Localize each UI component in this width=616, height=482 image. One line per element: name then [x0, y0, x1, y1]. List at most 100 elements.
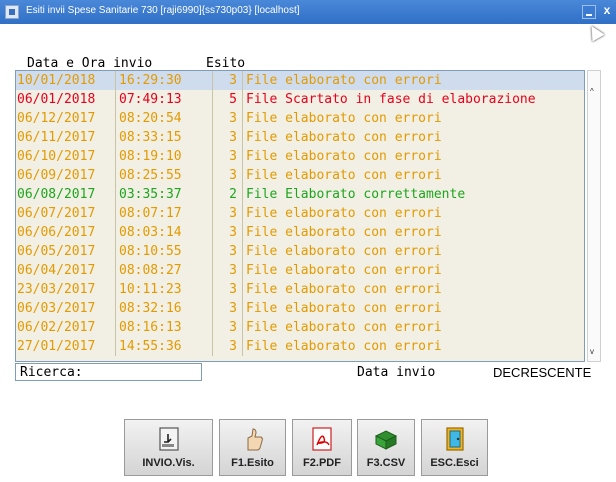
cell-code: 3: [229, 130, 237, 145]
cell-time: 16:29:30: [117, 71, 213, 90]
cell-date: 06/09/2017: [16, 166, 116, 185]
cell-description: File elaborato con errori: [242, 128, 584, 147]
table-row[interactable]: 06/04/2017 08:08:27 3 File elaborato con er…: [16, 261, 584, 280]
close-button[interactable]: x: [600, 3, 614, 19]
table-row[interactable]: 06/01/2018 07:49:13 5 File Scartato in fase…: [16, 90, 584, 109]
cell-time: 08:19:10: [117, 147, 213, 166]
cell-description: File Elaborato correttamente: [242, 185, 584, 204]
cell-description: File elaborato con errori: [242, 223, 584, 242]
cell-code: 3: [229, 301, 237, 316]
table-row[interactable]: 06/08/2017 03:35:37 2 File Elaborato corret…: [16, 185, 584, 204]
results-table[interactable]: 10/01/2018 16:29:30 3 File elaborato con er…: [15, 70, 585, 362]
cell-time: 08:07:17: [117, 204, 213, 223]
table-row[interactable]: 06/11/2017 08:33:15 3 File elaborato con er…: [16, 128, 584, 147]
table-row[interactable]: 06/05/2017 08:10:55 3 File elaborato con er…: [16, 242, 584, 261]
table-scrollbar[interactable]: ^ v: [587, 70, 601, 362]
cell-description: File elaborato con errori: [242, 337, 584, 356]
cell-code: 2: [229, 187, 237, 202]
cell-time: 10:11:23: [117, 280, 213, 299]
cell-description: File elaborato con errori: [242, 204, 584, 223]
cell-code: 3: [229, 244, 237, 259]
cell-time: 08:10:55: [117, 242, 213, 261]
cell-time: 08:33:15: [117, 128, 213, 147]
cell-code: 3: [229, 168, 237, 183]
cell-code: 3: [229, 111, 237, 126]
table-row[interactable]: 27/01/2017 14:55:36 3 File elaborato con er…: [16, 337, 584, 356]
f2-pdf-label: F2.PDF: [303, 457, 341, 469]
cell-date: 06/10/2017: [16, 147, 116, 166]
cell-date: 06/01/2018: [16, 90, 116, 109]
table-row[interactable]: 06/03/2017 08:32:16 3 File elaborato con er…: [16, 299, 584, 318]
table-row[interactable]: 23/03/2017 10:11:23 3 File elaborato con er…: [16, 280, 584, 299]
document-import-icon: [158, 427, 179, 451]
spreadsheet-icon: [374, 430, 398, 450]
column-header-outcome: Esito: [206, 56, 246, 71]
cell-date: 06/06/2017: [16, 223, 116, 242]
cell-code: 3: [229, 225, 237, 240]
search-label: Ricerca:: [20, 365, 83, 380]
sort-direction-label[interactable]: DECRESCENTE: [493, 365, 591, 380]
cell-date: 06/04/2017: [16, 261, 116, 280]
table-row[interactable]: 06/09/2017 08:25:55 3 File elaborato con er…: [16, 166, 584, 185]
cell-code: 3: [229, 73, 237, 88]
cell-time: 08:03:14: [117, 223, 213, 242]
cell-description: File elaborato con errori: [242, 147, 584, 166]
cell-time: 08:25:55: [117, 166, 213, 185]
cell-date: 06/03/2017: [16, 299, 116, 318]
cell-time: 08:20:54: [117, 109, 213, 128]
cell-date: 23/03/2017: [16, 280, 116, 299]
cell-description: File Scartato in fase di elaborazione: [242, 90, 584, 109]
cell-time: 08:08:27: [117, 261, 213, 280]
cell-time: 07:49:13: [117, 90, 213, 109]
esc-esci-label: ESC.Esci: [430, 457, 479, 469]
cell-description: File elaborato con errori: [242, 71, 584, 90]
sort-field-label: Data invio: [357, 365, 436, 380]
cell-date: 27/01/2017: [16, 337, 116, 356]
title-bar: Esiti invii Spese Sanitarie 730 [raji699…: [0, 0, 616, 24]
cell-date: 06/05/2017: [16, 242, 116, 261]
cell-code: 3: [229, 149, 237, 164]
table-row[interactable]: 06/06/2017 08:03:14 3 File elaborato con er…: [16, 223, 584, 242]
cell-code: 5: [229, 92, 237, 107]
cell-code: 3: [229, 282, 237, 297]
esc-esci-button[interactable]: ESC.Esci: [421, 419, 488, 476]
table-row[interactable]: 06/07/2017 08:07:17 3 File elaborato con er…: [16, 204, 584, 223]
cell-date: 06/02/2017: [16, 318, 116, 337]
table-row[interactable]: 06/10/2017 08:19:10 3 File elaborato con er…: [16, 147, 584, 166]
cell-time: 03:35:37: [117, 185, 213, 204]
cell-date: 06/08/2017: [16, 185, 116, 204]
cell-time: 14:55:36: [117, 337, 213, 356]
table-row[interactable]: 06/12/2017 08:20:54 3 File elaborato con er…: [16, 109, 584, 128]
cell-date: 06/07/2017: [16, 204, 116, 223]
cell-code: 3: [229, 320, 237, 335]
scroll-down-icon[interactable]: v: [590, 347, 594, 356]
table-row[interactable]: 06/02/2017 08:16:13 3 File elaborato con er…: [16, 318, 584, 337]
f2-pdf-button[interactable]: F2.PDF: [292, 419, 352, 476]
cell-description: File elaborato con errori: [242, 280, 584, 299]
window-title: Esiti invii Spese Sanitarie 730 [raji699…: [26, 5, 300, 16]
cell-code: 3: [229, 339, 237, 354]
pdf-icon: [312, 427, 332, 451]
minimize-button[interactable]: [582, 5, 596, 19]
cell-date: 06/12/2017: [16, 109, 116, 128]
cell-code: 3: [229, 206, 237, 221]
table-row[interactable]: 10/01/2018 16:29:30 3 File elaborato con er…: [16, 71, 584, 90]
cell-code: 3: [229, 263, 237, 278]
cell-date: 10/01/2018: [16, 71, 116, 90]
invio-vis-button[interactable]: INVIO.Vis.: [124, 419, 213, 476]
cell-time: 08:16:13: [117, 318, 213, 337]
cell-description: File elaborato con errori: [242, 261, 584, 280]
scroll-up-icon[interactable]: ^: [590, 87, 594, 96]
invio-vis-label: INVIO.Vis.: [142, 457, 195, 469]
thumbs-up-icon: [247, 428, 263, 451]
cell-description: File elaborato con errori: [242, 109, 584, 128]
f3-csv-label: F3.CSV: [366, 457, 406, 469]
cell-date: 06/11/2017: [16, 128, 116, 147]
f3-csv-button[interactable]: F3.CSV: [357, 419, 415, 476]
cell-time: 08:32:16: [117, 299, 213, 318]
cell-description: File elaborato con errori: [242, 166, 584, 185]
exit-door-icon: [445, 427, 464, 451]
cell-description: File elaborato con errori: [242, 299, 584, 318]
cell-description: File elaborato con errori: [242, 242, 584, 261]
f1-esito-button[interactable]: F1.Esito: [219, 419, 286, 476]
